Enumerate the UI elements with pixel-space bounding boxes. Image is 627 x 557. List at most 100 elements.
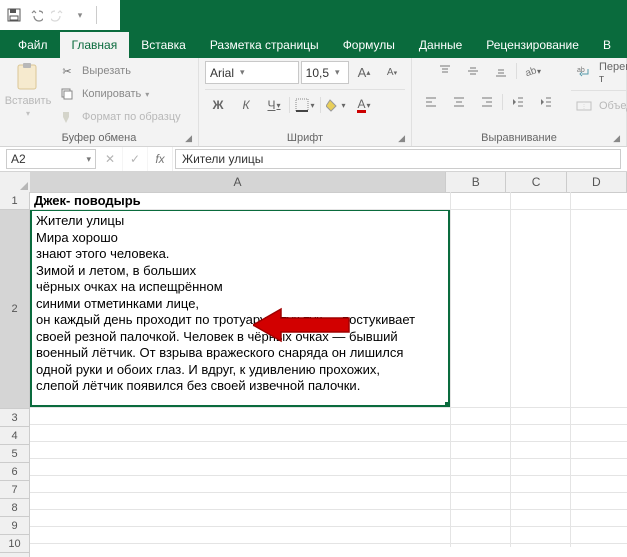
chevron-down-icon: ▾ (335, 67, 340, 78)
ribbon-tabs: Файл Главная Вставка Разметка страницы Ф… (0, 30, 627, 58)
tab-view[interactable]: В (591, 32, 623, 58)
row-headers: 1234567891011 (0, 192, 30, 557)
tab-data[interactable]: Данные (407, 32, 474, 58)
row-header[interactable]: 10 (0, 535, 30, 553)
increase-indent-button[interactable] (533, 92, 559, 112)
undo-icon[interactable] (28, 7, 44, 23)
cut-button[interactable]: ✂ Вырезать (54, 61, 131, 81)
gridline (30, 509, 627, 510)
gridline (30, 543, 627, 544)
wrap-text-label: Перенести т (599, 61, 627, 85)
orientation-button[interactable]: ab▾ (519, 61, 545, 81)
qat-separator (96, 6, 97, 24)
row-header[interactable]: 7 (0, 481, 30, 499)
save-icon[interactable] (6, 7, 22, 23)
paste-icon (14, 61, 42, 93)
name-box[interactable]: A2▾ (6, 149, 96, 169)
align-bottom-button[interactable] (488, 61, 514, 81)
select-all-button[interactable] (0, 172, 31, 193)
fx-icon[interactable]: fx (148, 147, 173, 171)
separator (571, 90, 627, 91)
row-header[interactable]: 2 (0, 210, 30, 409)
align-left-button[interactable] (418, 92, 444, 112)
copy-icon (54, 84, 80, 104)
fill-color-button[interactable]: ▾ (323, 95, 349, 115)
copy-label: Копировать (82, 88, 141, 100)
tab-review[interactable]: Рецензирование (474, 32, 591, 58)
chevron-down-icon: ▾ (26, 109, 30, 118)
cell-a2[interactable]: Жители улицы Мира хорошо знают этого чел… (30, 209, 450, 407)
row-header[interactable]: 11 (0, 553, 30, 557)
paste-button[interactable]: Вставить ▾ (6, 61, 50, 130)
separator (205, 89, 405, 90)
group-font-label: Шрифт◢ (205, 130, 405, 146)
qat-customize-icon[interactable]: ▾ (72, 7, 88, 23)
column-headers: ABCD (30, 172, 627, 192)
copy-button[interactable]: Копировать ▾ (54, 84, 149, 104)
brush-icon (54, 107, 80, 127)
group-alignment-label: Выравнивание◢ (418, 130, 620, 146)
row-header[interactable]: 6 (0, 463, 30, 481)
cut-label: Вырезать (82, 65, 131, 77)
spreadsheet-grid: ABCD 1234567891011 Джек- поводырь Жители… (0, 172, 627, 547)
separator (502, 94, 503, 110)
group-clipboard: Вставить ▾ ✂ Вырезать Копировать ▾ Форма… (0, 58, 199, 146)
group-clipboard-label: Буфер обмена◢ (6, 130, 192, 146)
borders-button[interactable]: ▾ (292, 95, 318, 115)
decrease-indent-button[interactable] (505, 92, 531, 112)
shrink-font-button[interactable]: A▾ (379, 63, 405, 83)
chevron-down-icon: ▾ (537, 67, 541, 76)
tab-page-layout[interactable]: Разметка страницы (198, 32, 331, 58)
merge-center-button[interactable]: Объединить (571, 96, 627, 116)
column-header[interactable]: C (506, 172, 566, 193)
enter-icon[interactable]: ✓ (123, 147, 148, 171)
separator (289, 97, 290, 113)
dialog-launcher-icon[interactable]: ◢ (185, 133, 192, 144)
cancel-icon[interactable]: ✕ (98, 147, 123, 171)
row-header[interactable]: 3 (0, 409, 30, 427)
format-painter-button[interactable]: Формат по образцу (54, 107, 181, 127)
wrap-text-button[interactable]: ab Перенести т (571, 61, 627, 85)
grow-font-button[interactable]: A▴ (351, 63, 377, 83)
row-header[interactable]: 4 (0, 427, 30, 445)
align-top-button[interactable] (432, 61, 458, 81)
gridline (30, 209, 627, 210)
underline-button[interactable]: Ч▾ (261, 95, 287, 115)
row-header[interactable]: 5 (0, 445, 30, 463)
gridline (450, 192, 451, 547)
gridline (30, 458, 627, 459)
formula-input[interactable]: Жители улицы (175, 149, 621, 169)
font-family-combo[interactable]: Arial▾ (205, 61, 299, 84)
merge-label: Объединить (599, 100, 627, 112)
dialog-launcher-icon[interactable]: ◢ (398, 133, 405, 144)
align-middle-button[interactable] (460, 61, 486, 81)
group-alignment: ab▾ ab Перенести т (412, 58, 627, 146)
tab-file[interactable]: Файл (6, 32, 60, 58)
column-header[interactable]: A (30, 172, 446, 193)
font-size-combo[interactable]: 10,5▾ (301, 61, 349, 84)
separator (320, 97, 321, 113)
cells-area[interactable]: Джек- поводырь Жители улицы Мира хорошо … (30, 192, 627, 547)
column-header[interactable]: D (567, 172, 627, 193)
font-color-button[interactable]: А▾ (351, 95, 377, 115)
tab-insert[interactable]: Вставка (129, 32, 198, 58)
align-center-button[interactable] (446, 92, 472, 112)
title-bar: ▾ (0, 0, 627, 30)
separator (516, 63, 517, 79)
align-right-button[interactable] (474, 92, 500, 112)
tab-home[interactable]: Главная (60, 32, 130, 58)
cell-a1[interactable]: Джек- поводырь (30, 192, 458, 209)
gridline (510, 192, 511, 547)
bold-button[interactable]: Ж (205, 95, 231, 115)
row-header[interactable]: 9 (0, 517, 30, 535)
scissors-icon: ✂ (54, 61, 80, 81)
group-font: Arial▾ 10,5▾ A▴ A▾ Ж К Ч▾ ▾ ▾ А▾ Шрифт◢ (199, 58, 412, 146)
tab-formulas[interactable]: Формулы (331, 32, 407, 58)
row-header[interactable]: 1 (0, 192, 30, 210)
redo-icon[interactable] (50, 7, 66, 23)
italic-button[interactable]: К (233, 95, 259, 115)
dialog-launcher-icon[interactable]: ◢ (613, 133, 620, 144)
row-header[interactable]: 8 (0, 499, 30, 517)
quick-access-toolbar: ▾ (0, 6, 99, 24)
column-header[interactable]: B (446, 172, 506, 193)
